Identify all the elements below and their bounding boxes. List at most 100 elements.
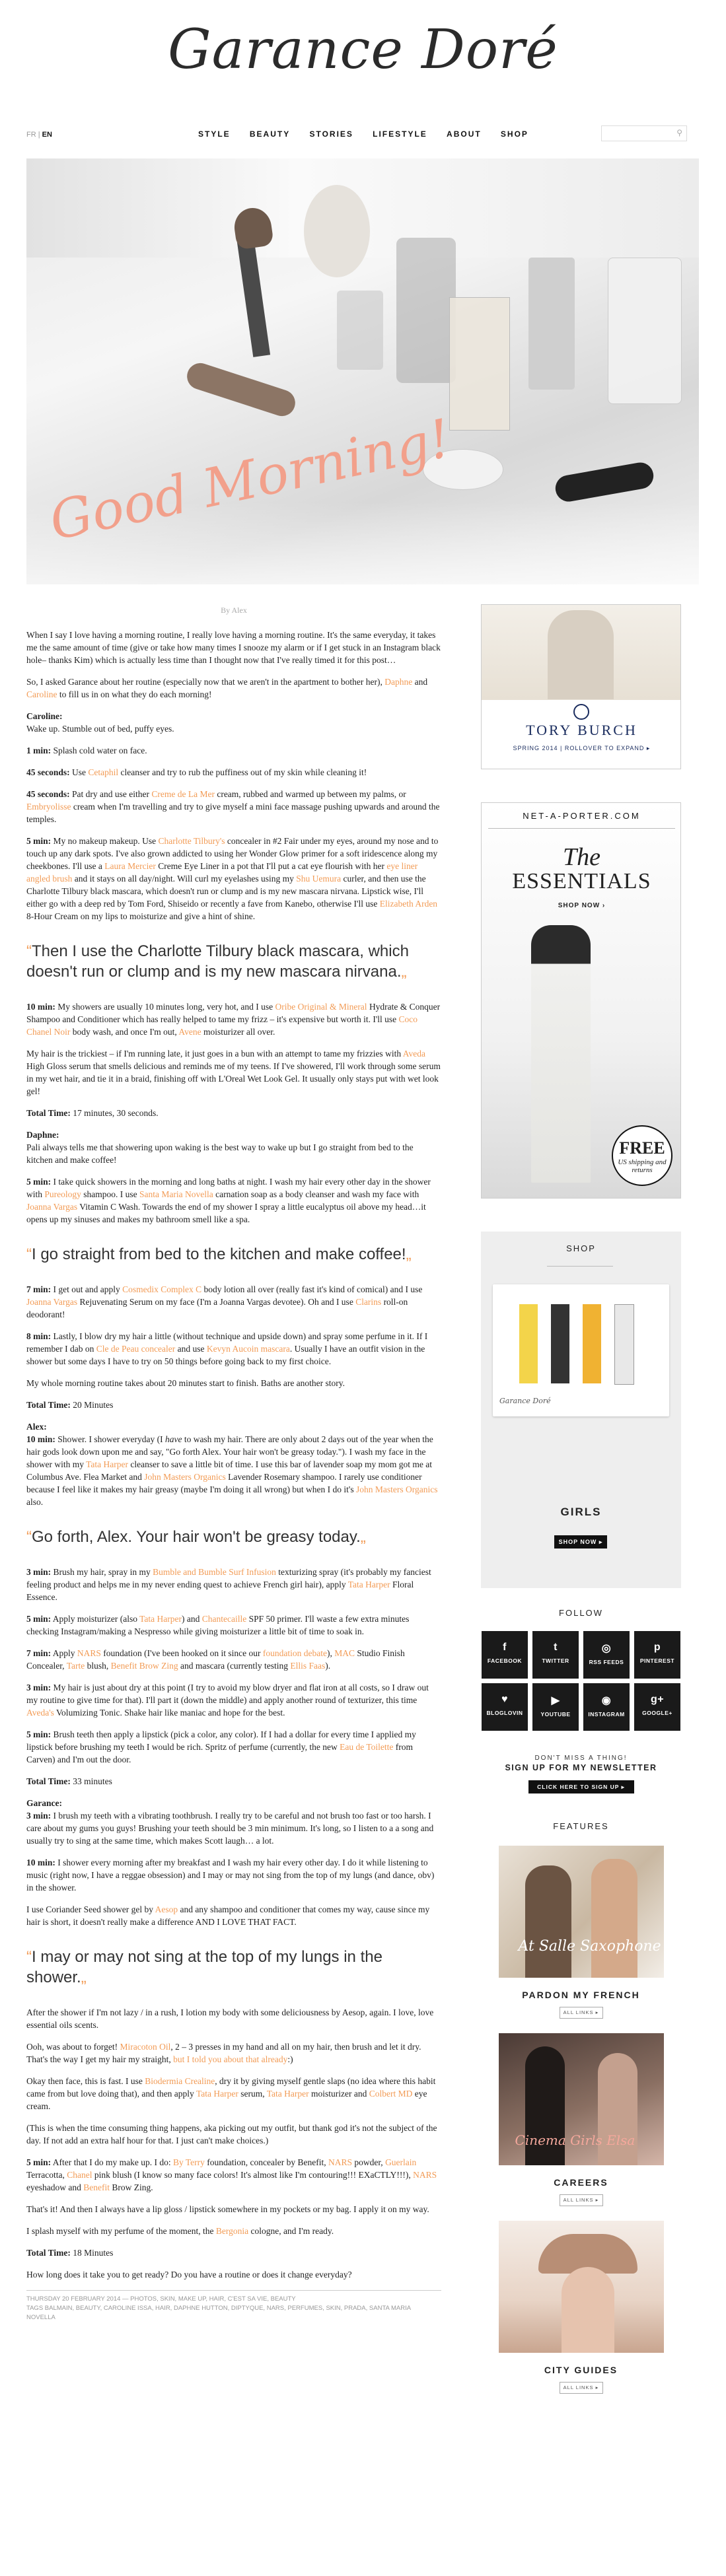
feature-title[interactable]: CAREERS [481,2177,681,2188]
product-link[interactable]: Surf Infusion [229,1567,276,1577]
product-link[interactable]: MAC [334,1648,355,1658]
nav-style[interactable]: STYLE [198,129,231,139]
product-link[interactable]: Elizabeth Arden [380,899,437,909]
nav-about[interactable]: ABOUT [447,129,482,139]
product-link[interactable]: Embryolisse [26,802,71,812]
product-link[interactable]: Guerlain [385,2157,416,2167]
paragraph: 5 min: After that I do my make up. I do:… [26,2157,437,2192]
product-link[interactable]: Avene [178,1027,201,1037]
product-link[interactable]: Bumble and Bumble [153,1567,227,1577]
feature-title[interactable]: PARDON MY FRENCH [481,1990,681,2000]
product-link[interactable]: Laura Mercier [104,861,156,871]
product-link[interactable]: Oribe [275,1002,295,1012]
product-link[interactable]: Joanna Vargas [26,1297,77,1307]
product-link[interactable]: Cetaphil [88,767,118,777]
tall-bottle [528,258,575,390]
product-link[interactable]: Tata Harper [267,2089,309,2099]
product-link[interactable]: NARS [77,1648,101,1658]
post-date-categories[interactable]: THURSDAY 20 FEBRUARY 2014 — PHOTOS, SKIN… [26,2295,441,2304]
google-plus-button[interactable]: g+ GOOGLE+ [634,1683,680,1731]
product-link[interactable]: Ellis Faas [290,1661,325,1671]
product-link[interactable]: Aesop [155,1904,178,1914]
product-link[interactable]: Original & Mineral [298,1002,367,1012]
search-input[interactable]: ⚲ [601,125,687,141]
paragraph: 3 min: Brush my hair, spray in my Bumble… [26,1567,431,1602]
paragraph: 7 min: Apply NARS foundation (I've been … [26,1648,405,1671]
shop-item-title: GIRLS [560,1506,602,1518]
all-links-button[interactable]: ALL LINKS ▸ [559,2194,603,2206]
product-link[interactable]: NARS [328,2157,352,2167]
feature-image[interactable] [498,2221,664,2353]
product-link[interactable]: Kevyn Aucoin mascara [207,1344,290,1354]
lang-en[interactable]: EN [42,131,52,139]
product-link[interactable]: Eau de Toilette [340,1742,393,1752]
link-daphne[interactable]: Daphne [384,677,412,687]
product-link[interactable]: Tata Harper [348,1580,390,1589]
site-logo[interactable]: Garance Doré [0,18,726,81]
product-link[interactable]: John Masters Organics [356,1484,437,1494]
product-link[interactable]: Chanel [67,2170,92,2180]
product-link[interactable]: Colbert MD [369,2089,413,2099]
paragraph: (This is when the time consuming thing h… [26,2123,437,2145]
product-link[interactable]: Tarte [67,1661,85,1671]
youtube-button[interactable]: ▶ YOUTUBE [532,1683,579,1731]
product-link[interactable]: Complex C [161,1284,201,1294]
product-link[interactable]: Shu Uemura [296,874,341,884]
article-link[interactable]: but I told you about that already [173,2054,287,2064]
product-link[interactable]: foundation debate [263,1648,327,1658]
instagram-button[interactable]: ◉ INSTAGRAM [583,1683,630,1731]
ad-subtitle[interactable]: SPRING 2014 | ROLLOVER TO EXPAND ▸ [482,745,682,752]
product-link[interactable]: Miracoton Oil [120,2042,170,2052]
all-links-button[interactable]: ALL LINKS ▸ [559,2007,603,2019]
feature-image[interactable]: Cinema Girls Elsa [498,2033,664,2165]
tory-burch-ad[interactable]: TORY BURCH SPRING 2014 | ROLLOVER TO EXP… [481,604,681,769]
feature-title[interactable]: CITY GUIDES [481,2365,681,2375]
twitter-button[interactable]: t TWITTER [532,1631,579,1679]
post-tags[interactable]: TAGS BALMAIN, BEAUTY, CAROLINE ISSA, HAI… [26,2304,441,2322]
nav-lifestyle[interactable]: LIFESTYLE [373,129,427,139]
link-caroline[interactable]: Caroline [26,689,57,699]
product-link[interactable]: Chantecaille [202,1614,246,1624]
all-links-button[interactable]: ALL LINKS ▸ [559,2382,603,2394]
product-link[interactable]: Tata Harper [196,2089,238,2099]
product-link[interactable]: Charlotte Tilbury's [158,836,225,846]
paragraph: That's it! And then I always have a lip … [26,2204,429,2214]
lang-fr[interactable]: FR [26,131,36,139]
product-link[interactable]: John Masters Organics [144,1472,225,1482]
paragraph: When I say I love having a morning routi… [26,630,441,665]
product-link[interactable]: Aveda's [26,1708,54,1718]
net-a-porter-ad[interactable]: NET-A-PORTER.COM The ESSENTIALS SHOP NOW… [481,802,681,1199]
product-link[interactable]: Biodermia Crealine [145,2076,215,2086]
nav-stories[interactable]: STORIES [309,129,353,139]
nav-beauty[interactable]: BEAUTY [250,129,290,139]
pinterest-button[interactable]: p PINTEREST [634,1631,680,1679]
shop-now-button[interactable]: SHOP NOW ▸ [554,1535,607,1549]
instagram-icon: ◉ [601,1695,612,1706]
newsletter-tagline: DON'T MISS A THING! [534,1755,628,1762]
product-link[interactable]: Tata Harper [139,1614,182,1624]
product-link[interactable]: By Terry [173,2157,205,2167]
search-icon[interactable]: ⚲ [676,128,682,138]
product-link[interactable]: Pureology [44,1189,81,1199]
product-link[interactable]: Tata Harper [86,1459,128,1469]
newsletter-signup-button[interactable]: CLICK HERE TO SIGN UP ▸ [528,1780,634,1793]
product-link[interactable]: Bergonia [216,2226,248,2236]
facebook-button[interactable]: f FACEBOOK [482,1631,528,1679]
girls-illustration[interactable]: Garance Doré [493,1284,669,1416]
bloglovin-button[interactable]: ♥ BLOGLOVIN [482,1683,528,1731]
feature-image[interactable]: At Salle Saxophone [498,1846,664,1978]
product-link[interactable]: Joanna Vargas [26,1202,77,1212]
product-link[interactable]: Aveda [403,1049,425,1059]
product-link[interactable]: Cosmedix [122,1284,159,1294]
product-link[interactable]: Creme de La Mer [151,789,215,799]
rss-button[interactable]: ◎ RSS FEEDS [583,1631,630,1679]
product-link[interactable]: Clarins [355,1297,381,1307]
nav-shop[interactable]: SHOP [501,129,528,139]
product-link[interactable]: Benefit [83,2182,110,2192]
product-link[interactable]: NARS [413,2170,437,2180]
product-link[interactable]: Santa Maria Novella [139,1189,213,1199]
product-link[interactable]: Cle de Peau concealer [96,1344,176,1354]
product-link[interactable]: Benefit Brow Zing [111,1661,178,1671]
shop-widget: SHOP Garance Doré GIRLS SHOP NOW ▸ [481,1232,681,1588]
ad-shop-now[interactable]: SHOP NOW › [482,902,682,909]
